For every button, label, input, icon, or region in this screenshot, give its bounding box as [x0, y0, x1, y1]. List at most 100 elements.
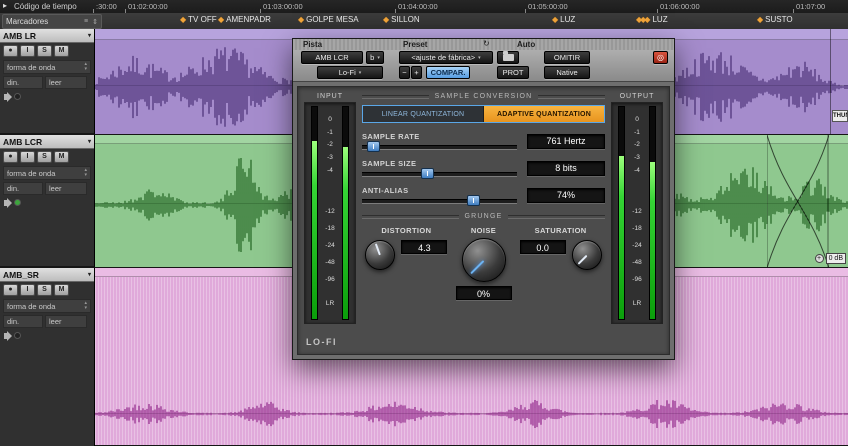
track-header-amb-lcr[interactable]: AMB LCR ▾ ● I S M forma de onda ▴▾ din. …: [0, 135, 95, 268]
marker[interactable]: ◆SUSTO: [757, 15, 793, 24]
volume-indicator[interactable]: + 0 dB: [815, 253, 846, 264]
plugin-window-lofi[interactable]: Pista Preset ↻ Auto AMB LCR b ▾ <ajuste …: [292, 38, 675, 360]
speaker-icon[interactable]: [4, 200, 8, 206]
marker[interactable]: ◆AMENPADR: [218, 15, 271, 24]
read-mode[interactable]: leer: [45, 76, 87, 89]
input-monitor-button[interactable]: I: [20, 45, 35, 57]
marker-diamond-icon[interactable]: ◆◆◆: [636, 15, 648, 24]
slider-handle[interactable]: [467, 195, 480, 206]
marker-diamond-icon[interactable]: ◆: [180, 15, 184, 24]
marker[interactable]: ◆GOLPE MESA: [298, 15, 359, 24]
marker-diamond-icon[interactable]: ◆: [757, 15, 761, 24]
automation-mode[interactable]: din.: [3, 315, 43, 328]
meter-bar-right: [649, 106, 656, 320]
sample-rate-label: SAMPLE RATE: [362, 132, 517, 141]
native-button[interactable]: Native: [544, 66, 590, 79]
marker-diamond-icon[interactable]: ◆: [298, 15, 302, 24]
mute-button[interactable]: M: [54, 45, 69, 57]
plugin-body: INPUT 0-1-2-3-4-12-18-24-48-96LR SAMPLE …: [293, 81, 674, 359]
preset-section-label: Preset: [403, 40, 427, 49]
insert-position-button[interactable]: b ▾: [366, 51, 384, 64]
track-view-selector[interactable]: forma de onda ▴▾: [3, 166, 91, 180]
insert-letter: b: [370, 53, 374, 62]
protools-app: ▸ Código de tiempo :30:0001:02:00:0001:0…: [0, 0, 848, 446]
record-button[interactable]: ●: [3, 151, 18, 163]
clip-name-thund[interactable]: THUND: [832, 110, 848, 122]
track-header-amb-lr[interactable]: AMB LR ▾ ● I S M forma de onda ▴▾ din. l…: [0, 29, 95, 135]
saturation-value[interactable]: 0.0: [520, 240, 566, 254]
plugin-footer-name: LO-FI: [306, 337, 337, 347]
slider-handle[interactable]: [421, 168, 434, 179]
track-header-amb-sr[interactable]: AMB_SR ▾ ● I S M forma de onda ▴▾ din. l…: [0, 268, 95, 446]
mute-button[interactable]: M: [54, 151, 69, 163]
next-preset-button[interactable]: +: [411, 66, 422, 79]
marker[interactable]: ◆SILLON: [383, 15, 420, 24]
anti-alias-value[interactable]: 74%: [527, 188, 605, 203]
preset-selector[interactable]: <ajuste de fábrica> ▾: [399, 51, 493, 64]
saturation-knob[interactable]: [572, 240, 602, 270]
meter-scale-tick: -1: [320, 130, 340, 137]
noise-value[interactable]: 0%: [456, 286, 512, 300]
compare-button[interactable]: COMPAR.: [426, 66, 470, 79]
tab-linear-quantization[interactable]: LINEAR QUANTIZATION: [363, 106, 484, 122]
marker-diamond-icon[interactable]: ◆: [383, 15, 387, 24]
sample-rate-value[interactable]: 761 Hertz: [527, 134, 605, 149]
tab-adaptive-quantization[interactable]: ADAPTIVE QUANTIZATION: [484, 106, 604, 122]
track-name[interactable]: AMB_SR ▾: [0, 268, 94, 282]
speaker-icon[interactable]: [4, 94, 8, 100]
prot-button[interactable]: PROT: [497, 66, 529, 79]
refresh-icon[interactable]: ↻: [483, 39, 490, 48]
input-meter-scale: 0-1-2-3-4-12-18-24-48-96LR: [320, 106, 340, 320]
plugin-track-selector[interactable]: AMB LCR: [301, 51, 363, 64]
track-name-label: AMB LR: [3, 31, 36, 41]
marker[interactable]: ◆◆◆LUZ: [636, 15, 668, 24]
sample-size-slider[interactable]: [362, 172, 517, 177]
markers-bar[interactable]: Marcadores ≡ ⇕ ◆TV OFF◆AMENPADR◆GOLPE ME…: [0, 13, 848, 30]
target-icon: ◎: [657, 53, 664, 62]
marker[interactable]: ◆LUZ: [552, 15, 575, 24]
record-button[interactable]: ●: [3, 45, 18, 57]
noise-knob[interactable]: [462, 238, 506, 282]
solo-button[interactable]: S: [37, 284, 52, 296]
marker-diamond-icon[interactable]: ◆: [552, 15, 556, 24]
slider-handle[interactable]: [367, 141, 380, 152]
preset-name: <ajuste de fábrica>: [411, 53, 475, 62]
marker[interactable]: ◆TV OFF: [180, 15, 217, 24]
plugin-selector[interactable]: Lo-Fi ▾: [317, 66, 383, 79]
sample-size-value[interactable]: 8 bits: [527, 161, 605, 176]
record-button[interactable]: ●: [3, 284, 18, 296]
distortion-value[interactable]: 4.3: [401, 240, 447, 254]
sample-rate-slider[interactable]: [362, 145, 517, 150]
librarian-button[interactable]: [497, 51, 519, 64]
mute-button[interactable]: M: [54, 284, 69, 296]
input-monitor-button[interactable]: I: [20, 151, 35, 163]
anti-alias-slider[interactable]: [362, 199, 517, 204]
track-name[interactable]: AMB LR ▾: [0, 29, 94, 43]
distortion-knob[interactable]: [365, 240, 395, 270]
marker-diamond-icon[interactable]: ◆: [218, 15, 222, 24]
bypass-button[interactable]: OMITIR: [544, 51, 590, 64]
solo-button[interactable]: S: [37, 45, 52, 57]
solo-button[interactable]: S: [37, 151, 52, 163]
track-name[interactable]: AMB LCR ▾: [0, 135, 94, 149]
input-monitor-button[interactable]: I: [20, 284, 35, 296]
meter-scale-tick: -12: [320, 209, 340, 216]
read-mode[interactable]: leer: [45, 182, 87, 195]
meter-scale-tick: -24: [627, 243, 647, 250]
speaker-icon[interactable]: [4, 333, 8, 339]
automation-mode[interactable]: din.: [3, 76, 43, 89]
prot-label: PROT: [503, 68, 524, 77]
previous-preset-button[interactable]: −: [399, 66, 410, 79]
crossfade-icon[interactable]: [767, 135, 829, 268]
marker-label: SILLON: [389, 15, 419, 24]
automation-mode[interactable]: din.: [3, 182, 43, 195]
track-view-selector[interactable]: forma de onda ▴▾: [3, 299, 91, 313]
read-mode[interactable]: leer: [45, 315, 87, 328]
track-view-selector[interactable]: forma de onda ▴▾: [3, 60, 91, 74]
ruler-tick: 01:03:00:00: [263, 2, 303, 11]
meter-lr-label: LR: [320, 301, 340, 308]
timeline-ruler[interactable]: ▸ Código de tiempo :30:0001:02:00:0001:0…: [0, 0, 848, 14]
led-icon: [14, 93, 21, 100]
target-button[interactable]: ◎: [653, 51, 668, 64]
automation-add-icon[interactable]: +: [815, 254, 824, 263]
